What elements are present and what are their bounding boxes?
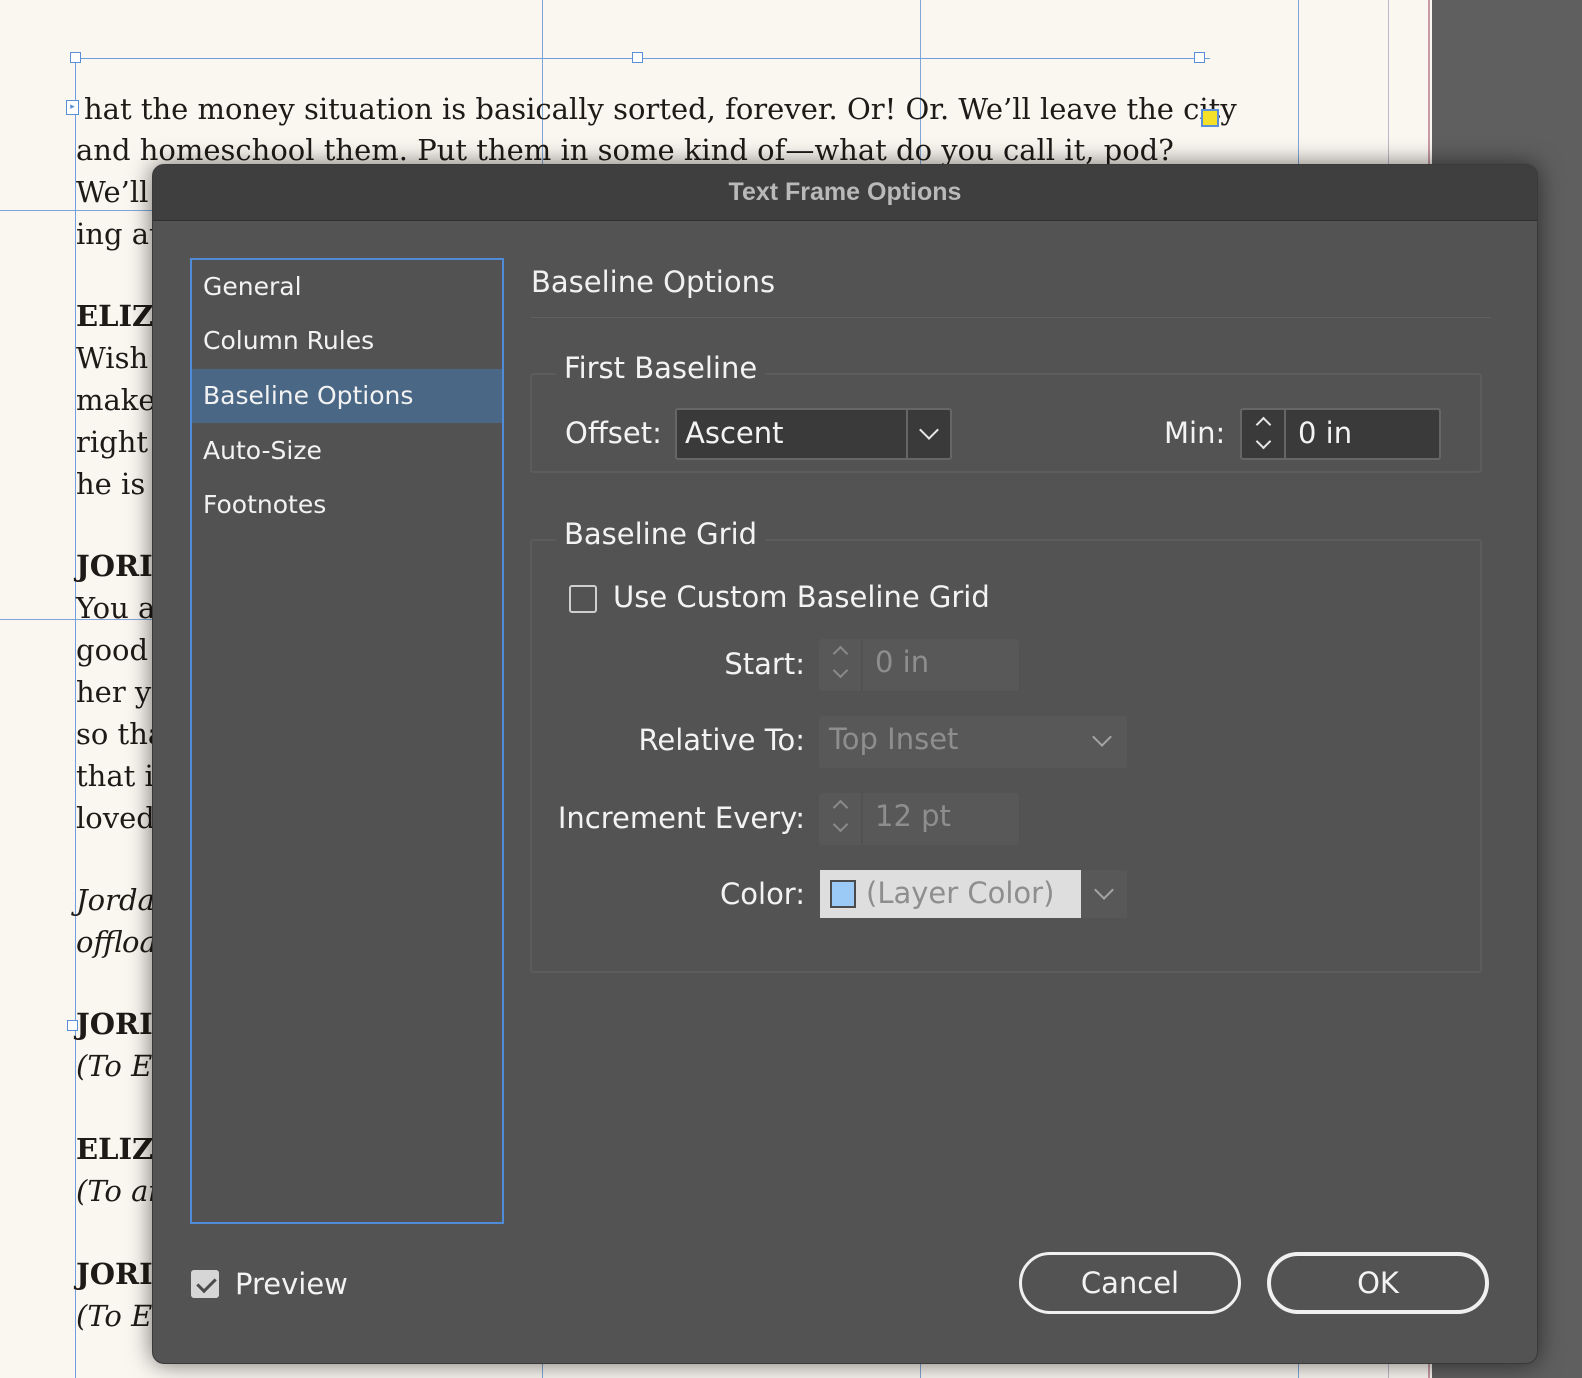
min-value: 0 in xyxy=(1298,416,1353,450)
preview-checkbox[interactable] xyxy=(191,1270,219,1298)
offset-dropdown[interactable]: Ascent xyxy=(675,408,952,460)
increment-label: Increment Every: xyxy=(557,801,805,835)
color-swatch-icon xyxy=(830,880,856,908)
chevron-down-icon xyxy=(1092,727,1112,747)
cancel-button[interactable]: Cancel xyxy=(1019,1252,1241,1314)
text-frame-options-dialog: Text Frame Options General Column Rules … xyxy=(152,164,1538,1364)
offset-label: Offset: xyxy=(565,416,662,450)
color-label: Color: xyxy=(720,877,805,911)
document-line: her y xyxy=(76,675,152,709)
document-line: Jorda xyxy=(76,883,155,917)
text-overflow-port-icon[interactable] xyxy=(1201,109,1219,127)
start-stepper[interactable]: 0 in xyxy=(819,639,1019,691)
stepper-arrows-icon[interactable] xyxy=(819,639,863,691)
sidebar-item-column-rules[interactable]: Column Rules xyxy=(192,314,502,368)
document-line: (To E xyxy=(76,1049,153,1083)
first-baseline-legend: First Baseline xyxy=(556,351,766,385)
preview-label[interactable]: Preview xyxy=(235,1267,348,1301)
min-stepper[interactable]: 0 in xyxy=(1240,408,1441,460)
row-guide xyxy=(0,210,152,211)
sidebar-item-baseline-options[interactable]: Baseline Options xyxy=(192,369,502,423)
document-line: JORI xyxy=(76,1007,153,1041)
frame-handle[interactable] xyxy=(632,52,643,63)
sidebar-item-general[interactable]: General xyxy=(192,260,502,314)
document-line: loved xyxy=(76,801,155,835)
document-line: We’ll xyxy=(76,175,149,209)
min-label: Min: xyxy=(1164,416,1226,450)
dialog-titlebar: Text Frame Options xyxy=(153,165,1537,221)
indesign-canvas: ▸ hat the money situation is basically s… xyxy=(0,0,1582,1378)
dialog-title: Text Frame Options xyxy=(728,178,962,206)
chevron-down-icon xyxy=(919,420,939,440)
document-line: he is xyxy=(76,467,146,501)
document-line: You a xyxy=(76,591,156,625)
start-label: Start: xyxy=(724,647,805,681)
use-custom-grid-label[interactable]: Use Custom Baseline Grid xyxy=(613,580,990,614)
document-line: right xyxy=(76,425,149,459)
relative-to-label: Relative To: xyxy=(638,723,805,757)
document-line: (To E xyxy=(76,1299,153,1333)
document-line: hat the money situation is basically sor… xyxy=(84,92,1237,126)
document-line: good xyxy=(76,633,149,667)
color-dropdown[interactable]: (Layer Color) xyxy=(820,870,1081,918)
document-line: that i xyxy=(76,759,154,793)
stepper-arrows-icon[interactable] xyxy=(1242,410,1286,458)
document-line: ing at xyxy=(76,217,161,251)
document-line: offloa xyxy=(76,925,157,959)
frame-handle[interactable] xyxy=(1194,52,1205,63)
document-line: ELIZ xyxy=(76,1132,154,1166)
increment-value: 12 pt xyxy=(875,799,951,833)
document-line: ELIZ xyxy=(76,299,154,333)
baseline-grid-legend: Baseline Grid xyxy=(556,517,766,551)
section-title: Baseline Options xyxy=(531,265,776,299)
document-line: Wish xyxy=(76,341,149,375)
frame-handle[interactable] xyxy=(70,52,81,63)
relative-to-value: Top Inset xyxy=(829,722,959,756)
use-custom-grid-checkbox[interactable] xyxy=(569,585,597,613)
document-line: JORI xyxy=(76,549,153,583)
text-in-port-icon[interactable]: ▸ xyxy=(66,100,79,115)
document-line: and homeschool them. Put them in some ki… xyxy=(76,133,1174,167)
start-value: 0 in xyxy=(875,645,930,679)
color-value: (Layer Color) xyxy=(866,876,1055,910)
chevron-down-icon xyxy=(1094,880,1114,900)
document-line: make xyxy=(76,383,156,417)
document-line: JORI xyxy=(76,1257,153,1291)
options-sidebar: General Column Rules Baseline Options Au… xyxy=(190,258,504,1224)
relative-to-dropdown[interactable]: Top Inset xyxy=(819,716,1127,768)
checkmark-icon xyxy=(196,1272,217,1294)
stepper-arrows-icon[interactable] xyxy=(819,793,863,845)
document-line: (To ai xyxy=(76,1174,158,1208)
offset-value: Ascent xyxy=(685,416,784,450)
color-dropdown-arrow[interactable] xyxy=(1081,870,1127,918)
increment-stepper[interactable]: 12 pt xyxy=(819,793,1019,845)
section-divider xyxy=(531,317,1491,318)
sidebar-item-footnotes[interactable]: Footnotes xyxy=(192,478,502,532)
sidebar-item-auto-size[interactable]: Auto-Size xyxy=(192,424,502,478)
ok-button[interactable]: OK xyxy=(1267,1252,1489,1314)
